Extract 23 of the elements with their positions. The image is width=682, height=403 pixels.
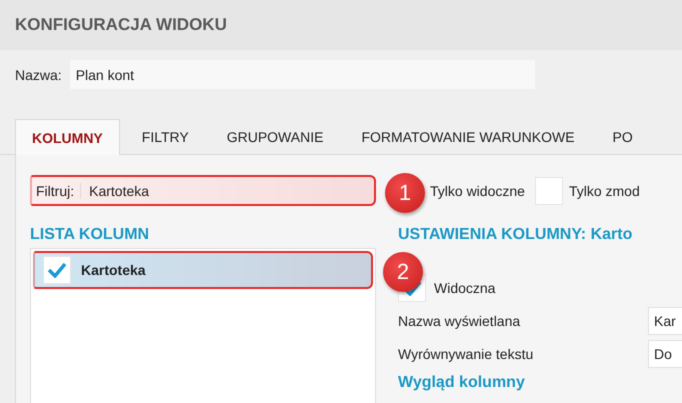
section-heading: USTAWIENIA KOLUMNY: Karto xyxy=(398,226,634,244)
filter-field[interactable]: Filtruj: Kartoteka xyxy=(30,175,376,206)
tab[interactable]: PO xyxy=(596,119,649,154)
section-heading: Wygląd kolumny xyxy=(398,374,526,392)
checkmark-icon xyxy=(47,262,67,278)
input-field[interactable]: Kar xyxy=(648,307,682,335)
tab[interactable]: KOLUMNY xyxy=(15,119,120,155)
tab[interactable]: FORMATOWANIE WARUNKOWE xyxy=(345,119,591,154)
section-heading: LISTA KOLUMN xyxy=(30,226,150,244)
checkbox-label: Tylko zmod xyxy=(568,182,640,198)
checkbox-label: Widoczna xyxy=(434,280,496,296)
field-label: Nazwa wyświetlana xyxy=(398,313,520,329)
window-title: KONFIGURACJA WIDOKU xyxy=(0,0,682,50)
field-label: Nazwa: xyxy=(15,66,62,82)
tab[interactable]: GRUPOWANIE xyxy=(210,119,340,154)
field-label: Wyrównywanie tekstu xyxy=(398,346,534,362)
name-field[interactable]: Plan kont xyxy=(70,60,535,89)
tab[interactable]: FILTRY xyxy=(126,119,205,154)
input-field[interactable]: Do xyxy=(648,340,682,368)
list-item[interactable]: Kartoteka xyxy=(33,251,373,289)
checkbox-label: Tylko widoczne xyxy=(430,182,525,198)
checkbox[interactable] xyxy=(43,256,71,284)
checkbox[interactable] xyxy=(534,176,563,204)
